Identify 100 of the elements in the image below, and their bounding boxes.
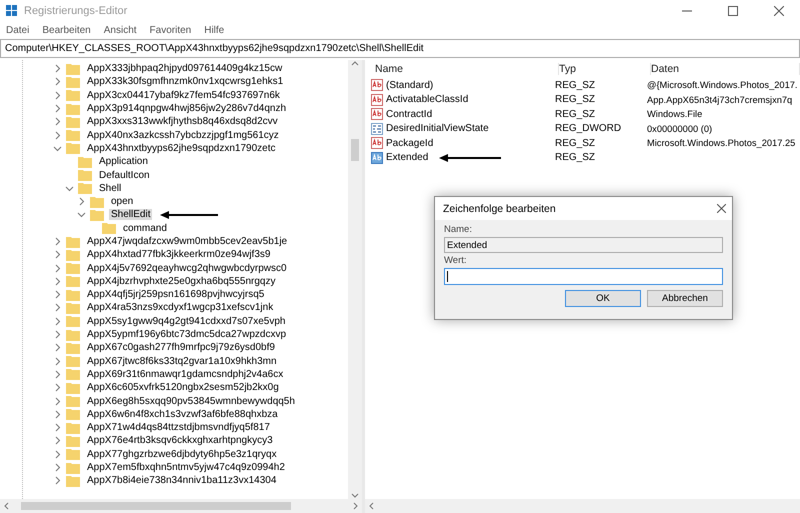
tree-item[interactable]: AppX67jtwc8f6ks33tq2gvar1a10x9hkh3mn	[85, 356, 279, 367]
scroll-down-icon[interactable]	[351, 491, 359, 499]
folder-icon	[66, 328, 80, 341]
tree-item[interactable]: AppX43hnxtbyyps62jhe9sqpdzxn1790zetc	[85, 142, 278, 154]
tree-item[interactable]: command	[121, 222, 169, 234]
tree-item[interactable]: AppX5ypmf196y6btc73dmc5dca27wpzdcxvp	[85, 329, 288, 340]
tree-item[interactable]: AppX71w4d4qs84ttzstdjbmsvndfjyq5f817	[85, 422, 272, 434]
expand-icon[interactable]	[53, 450, 62, 459]
expand-icon[interactable]	[53, 476, 62, 486]
expand-icon[interactable]	[53, 250, 62, 260]
value-name[interactable]: ContractId	[386, 108, 432, 120]
tree-item[interactable]: Application	[97, 156, 150, 168]
expand-icon[interactable]	[53, 383, 62, 392]
expand-icon[interactable]	[53, 410, 62, 419]
tree-item[interactable]: Shell	[97, 182, 124, 194]
value-field[interactable]	[444, 268, 723, 285]
expand-icon[interactable]	[53, 290, 62, 300]
column-header[interactable]: Name	[375, 63, 559, 75]
scrollbar[interactable]	[348, 60, 362, 499]
scroll-up-icon[interactable]	[351, 60, 359, 68]
menu-item[interactable]: Datei	[6, 24, 30, 36]
tree-item[interactable]: AppX33k30fsgmfhnzmk0nv1xqcwrsg1ehks1	[85, 76, 286, 88]
tree-item[interactable]: AppX3p914qnpgw4hwj856jw2y286v7d4qnzh	[85, 103, 288, 114]
expand-icon[interactable]	[53, 330, 62, 340]
tree-item[interactable]: AppX6c605xvfrk5120ngbx2sesm52jb2kx0g	[85, 382, 281, 394]
expand-icon[interactable]	[53, 104, 62, 114]
tree-item[interactable]: AppX4hxtad77fbk3jkkeerkrm0ze94wjf3s9	[85, 249, 272, 260]
tree-item[interactable]: AppX47jwqdafzcxw9wm0mbb5cev2eav5b1je	[85, 236, 290, 247]
menu-item[interactable]: Bearbeiten	[42, 24, 91, 36]
tree-item[interactable]: AppX6eg8h5sxqq90pv53845wmnbewywdqq5h	[85, 396, 297, 407]
scrollbar[interactable]	[365, 499, 800, 513]
expand-icon[interactable]	[77, 197, 86, 206]
tree-item[interactable]: AppX69r31t6nmawqr1gdamcsndphj2v4a6cx	[85, 368, 286, 380]
expand-icon[interactable]	[53, 396, 62, 406]
scroll-left-icon[interactable]	[368, 502, 376, 510]
expand-icon[interactable]	[53, 64, 62, 74]
expand-icon[interactable]	[53, 423, 62, 432]
tree-item[interactable]: AppX4j5v7692qeayhwcg2qhwgwbcdyrpwsc0	[85, 262, 289, 274]
expand-icon[interactable]	[53, 276, 62, 286]
folder-icon	[66, 102, 80, 115]
collapse-icon[interactable]	[77, 210, 86, 220]
tree-item[interactable]: AppX3cx04417ybaf9kz7fem54fc937697n6k	[85, 90, 282, 101]
scrollbar[interactable]	[0, 499, 362, 513]
tree-item[interactable]: AppX4qfj5jrj259psn161698pvjhwcyjrsq5	[85, 289, 266, 300]
expand-icon[interactable]	[53, 130, 62, 140]
name-field[interactable]: Extended	[444, 237, 723, 253]
expand-icon[interactable]	[53, 303, 62, 312]
scroll-thumb[interactable]	[21, 502, 291, 510]
tree-item[interactable]: AppX6w6n4f8xch1s3vzwf3af6bfe88qhxbza	[85, 408, 280, 420]
value-name[interactable]: ActivatableClassId	[386, 94, 468, 106]
folder-icon	[66, 89, 80, 102]
tree-item[interactable]: AppX5sy1gww9q4g2gt941cdxxd7s07xe5vph	[85, 316, 288, 327]
tree-item[interactable]: ShellEdit	[109, 209, 152, 220]
folder-icon	[66, 462, 80, 474]
expand-icon[interactable]	[53, 343, 62, 352]
menu-item[interactable]: Ansicht	[104, 24, 137, 36]
expand-icon[interactable]	[53, 436, 62, 446]
column-header[interactable]: Daten	[651, 63, 800, 75]
scroll-left-icon[interactable]	[3, 502, 11, 510]
tree-item[interactable]: AppX77ghgzrbzwe6djbdyty6hp5e3z1qryqx	[85, 448, 279, 460]
expand-icon[interactable]	[53, 316, 62, 326]
tree-item[interactable]: AppX40nx3azkcssh7ybcbzzjpgf1mg561cyz	[85, 130, 281, 141]
ok-button[interactable]: OK	[565, 290, 641, 307]
scroll-thumb[interactable]	[351, 138, 359, 160]
expand-icon[interactable]	[53, 90, 62, 100]
maximize-icon[interactable]	[728, 6, 738, 16]
scroll-right-icon[interactable]	[351, 502, 359, 510]
tree-item[interactable]: AppX4ra53nzs9xcdyxf1wgcp31xefscv1jnk	[85, 302, 276, 314]
expand-icon[interactable]	[53, 370, 62, 379]
expand-icon[interactable]	[53, 356, 62, 366]
folder-icon	[66, 315, 80, 328]
menu-item[interactable]: Hilfe	[204, 24, 224, 36]
expand-icon[interactable]	[53, 117, 62, 126]
tree-item[interactable]: AppX3xxs313wwkfjhythsb8q46xdsq8d2cvv	[85, 116, 280, 128]
value-name[interactable]: DesiredInitialViewState	[386, 123, 489, 134]
tree-item[interactable]: AppX67c0gash277fh9mrfpc9j79z6ysd0bf9	[85, 342, 277, 354]
expand-icon[interactable]	[53, 264, 62, 273]
value-name[interactable]: Extended	[386, 152, 428, 164]
tree-item[interactable]: AppX4jbzrhvphxte25e0gxha6bq555nrgqzy	[85, 276, 278, 287]
close-icon[interactable]	[717, 204, 726, 213]
tree-item[interactable]: AppX76e4rtb3ksqv6ckkxghxarhtpngkycy3	[85, 435, 275, 446]
address-field[interactable]: Computer\HKEY_CLASSES_ROOT\AppX43hnxtbyyps62jhe9sqpdzxn1790zetc\Shell\ShellEdit	[0, 39, 800, 58]
menu-item[interactable]: Favoriten	[150, 24, 192, 36]
value-type: REG_SZ	[555, 80, 596, 91]
collapse-icon[interactable]	[53, 144, 62, 153]
tree-item[interactable]: AppX7em5fbxqhn5ntmv5yjw47c4q9z0994h2	[85, 462, 287, 474]
collapse-icon[interactable]	[65, 184, 74, 193]
tree-item[interactable]: AppX333jbhpaq2hjpyd097614409g4kz15cw	[85, 63, 284, 74]
close-icon[interactable]	[774, 6, 784, 16]
tree-item[interactable]: DefaultIcon	[97, 170, 152, 181]
value-name[interactable]: (Standard)	[386, 80, 434, 91]
tree-item[interactable]: open	[109, 196, 136, 208]
tree-item[interactable]: AppX7b8i4eie738n34nniv1ba11z3vx14304	[85, 475, 278, 486]
value-name[interactable]: PackageId	[386, 138, 434, 149]
expand-icon[interactable]	[53, 463, 62, 472]
expand-icon[interactable]	[53, 237, 62, 246]
cancel-button[interactable]: Abbrechen	[647, 290, 723, 307]
value-data: @{Microsoft.Windows.Photos_2017.	[647, 80, 799, 90]
expand-icon[interactable]	[53, 77, 62, 86]
column-header[interactable]: Typ	[559, 63, 651, 75]
